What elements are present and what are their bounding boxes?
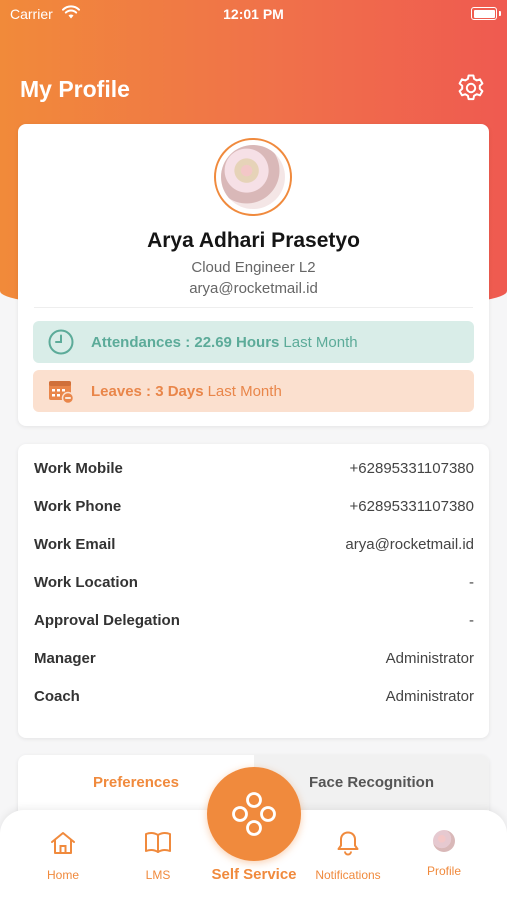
gear-icon[interactable]	[455, 72, 487, 104]
clock-icon	[48, 329, 74, 355]
leaves-label: Leaves : 3 Days	[91, 382, 204, 400]
nav-notifications-label: Notifications	[315, 868, 381, 882]
user-email: arya@rocketmail.id	[189, 280, 318, 297]
info-row-work-location: Work Location -	[34, 571, 474, 593]
info-label: Approval Delegation	[34, 611, 180, 629]
info-row-work-mobile: Work Mobile +62895331107380	[34, 457, 474, 479]
work-info-card: Work Mobile +62895331107380 Work Phone +…	[18, 444, 489, 738]
info-label: Work Location	[34, 573, 138, 591]
status-time: 12:01 PM	[223, 6, 284, 22]
user-name: Arya Adhari Prasetyo	[147, 229, 360, 252]
info-label: Work Mobile	[34, 459, 123, 477]
attendance-summary[interactable]: Attendances : 22.69 Hours Last Month	[33, 321, 474, 363]
info-label: Work Phone	[34, 497, 122, 515]
nav-profile[interactable]: Profile	[404, 830, 484, 878]
info-value: -	[469, 611, 474, 629]
book-icon	[145, 831, 171, 853]
home-icon	[51, 832, 75, 854]
self-service-button[interactable]	[207, 767, 301, 861]
info-row-work-phone: Work Phone +62895331107380	[34, 495, 474, 517]
calendar-icon	[49, 381, 75, 405]
avatar-image	[221, 145, 285, 209]
attendance-period: Last Month	[283, 333, 358, 351]
info-value: Administrator	[385, 649, 474, 667]
info-value: Administrator	[385, 687, 474, 705]
info-value: +62895331107380	[349, 459, 474, 477]
info-label: Coach	[34, 687, 80, 705]
info-row-coach: Coach Administrator	[34, 685, 474, 707]
bell-icon	[337, 831, 359, 856]
profile-card: Arya Adhari Prasetyo Cloud Engineer L2 a…	[18, 124, 489, 426]
info-row-approval-delegation: Approval Delegation -	[34, 609, 474, 631]
info-label: Manager	[34, 649, 96, 667]
nav-lms-label: LMS	[145, 868, 171, 882]
info-label: Work Email	[34, 535, 116, 553]
avatar[interactable]	[214, 138, 292, 216]
status-bar: Carrier 12:01 PM	[0, 0, 507, 28]
nav-notifications[interactable]: Notifications	[308, 830, 388, 882]
nav-home[interactable]: Home	[23, 830, 103, 882]
attendance-label: Attendances : 22.69 Hours	[91, 333, 280, 351]
self-service-icon	[232, 792, 276, 836]
battery-icon	[471, 7, 501, 20]
leaves-summary[interactable]: Leaves : 3 Days Last Month	[33, 370, 474, 412]
user-role: Cloud Engineer L2	[191, 259, 316, 276]
nav-home-label: Home	[46, 868, 79, 882]
info-row-manager: Manager Administrator	[34, 647, 474, 669]
page-title: My Profile	[20, 76, 130, 102]
info-row-work-email: Work Email arya@rocketmail.id	[34, 533, 474, 555]
info-value: arya@rocketmail.id	[345, 535, 474, 553]
info-value: +62895331107380	[349, 497, 474, 515]
nav-self-service-label: Self Service	[211, 866, 297, 883]
avatar	[433, 830, 455, 852]
info-value: -	[469, 573, 474, 591]
divider	[34, 307, 473, 308]
nav-profile-label: Profile	[426, 864, 461, 878]
leaves-period: Last Month	[207, 382, 282, 400]
nav-lms[interactable]: LMS	[118, 830, 198, 882]
